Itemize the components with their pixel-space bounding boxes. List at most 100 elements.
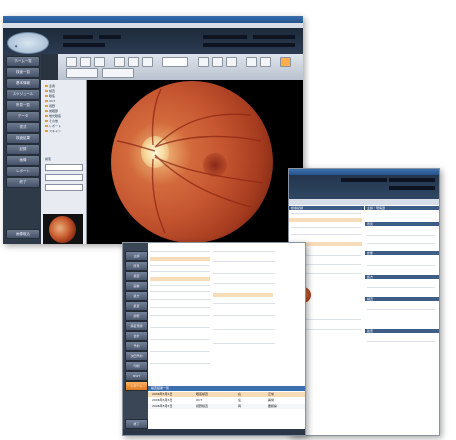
record-nav-button[interactable]: 予約 [125,341,148,351]
nav-button[interactable]: 検査結果 [6,133,40,144]
print-icon[interactable] [94,57,105,67]
table-cell: 両 [238,404,242,408]
record-nav-button[interactable]: 病名登録 [125,321,148,331]
rotate-icon[interactable] [142,57,153,67]
record-back-tabs[interactable] [289,199,439,205]
record-nav-button[interactable]: 検査 [125,271,148,281]
filter-input[interactable] [45,174,83,181]
next-image-button[interactable] [102,68,134,78]
measure-icon[interactable] [226,57,237,67]
highlighted-row[interactable] [150,277,210,281]
record-nav-button[interactable]: 次回予約 [125,351,148,361]
nav-button[interactable]: 検査一覧 [6,67,40,78]
nav-button[interactable]: 書式 [6,122,40,133]
viewer-titlebar [3,16,303,23]
table-cell: 視野検査 [196,404,209,408]
row-divider [150,315,210,316]
zoom-select[interactable] [162,57,188,67]
compare-icon[interactable] [246,57,257,67]
results-table-title: 検査結果一覧 [151,386,170,390]
row-divider [150,285,210,286]
row-divider [150,291,210,292]
nav-button[interactable]: 画像 [6,155,40,166]
record-nav-button[interactable]: 終了 [125,419,148,429]
image-display-area[interactable] [87,80,303,244]
date-input[interactable] [45,184,83,191]
highlighted-row[interactable] [213,293,273,297]
row-divider [150,299,210,300]
search-input[interactable] [45,164,83,171]
record-nav-button[interactable]: 主訴 [125,251,148,261]
row-divider [367,341,435,342]
tree-item[interactable]: レポート [45,124,61,128]
record-date-display [341,178,387,182]
nav-button[interactable]: 終了 [6,177,40,188]
table-cell: 要観察 [268,404,278,408]
section-header: 診断 [365,251,439,255]
highlighted-row[interactable] [289,218,362,222]
thumbnail-fundus [49,216,76,243]
tree-item[interactable]: 検査 [45,89,55,93]
section-header: 所見 [365,222,439,226]
row-divider [150,363,210,364]
table-cell: 右 [238,392,242,396]
tree-item[interactable]: 患者 [45,84,55,88]
tree-item[interactable]: 視野 [45,104,55,108]
tree-item[interactable]: OCT [45,99,55,103]
nav-button[interactable]: データ [6,111,40,122]
brightness-icon[interactable] [212,57,223,67]
nav-button[interactable]: レポート [6,166,40,177]
record-nav-button[interactable]: 診断 [125,311,148,321]
row-divider [150,251,210,252]
tree-item[interactable]: 蛍光眼底 [45,114,61,118]
nav-button[interactable]: ホーム一覧 [6,56,40,67]
row-divider [213,273,275,274]
exam-info-display [63,43,105,47]
patient-id-display [63,35,93,39]
row-divider [291,234,361,235]
record-nav-button[interactable]: 会計 [125,331,148,341]
prev-image-button[interactable] [66,68,98,78]
tree-item[interactable]: スキャン [45,129,61,133]
zoom-in-icon[interactable] [114,57,125,67]
contrast-icon[interactable] [198,57,209,67]
row-divider [213,261,275,262]
record-nav-button[interactable]: 画像 [125,281,148,291]
highlighted-row[interactable] [150,257,210,261]
save-icon[interactable] [80,57,91,67]
alert-icon[interactable] [280,57,291,67]
row-divider [213,251,275,252]
nav-button[interactable]: 記録 [6,144,40,155]
nav-button[interactable]: スケジュール [6,89,40,100]
open-icon[interactable] [66,57,77,67]
results-table-header: 検査結果一覧 [148,386,305,391]
zoom-out-icon[interactable] [128,57,139,67]
record-nav-button[interactable]: レポート [125,381,148,391]
table-row[interactable]: 2006年5月6日 OCT 左 異常 [148,398,305,403]
record-patient-display [389,178,435,182]
table-cell: 2006年5月6日 [152,398,173,402]
table-row[interactable]: 2006年5月6日 眼底検査 右 正常 [148,392,305,397]
row-divider [150,265,210,266]
record-nav-button[interactable]: MWT [125,371,148,381]
nav-button[interactable]: 所見一覧 [6,100,40,111]
tree-item[interactable]: 前眼部 [45,109,58,113]
tree-item[interactable]: その他 [45,119,58,123]
table-cell: 2006年5月6日 [152,392,173,396]
nav-button[interactable]: 基本情報 [6,78,40,89]
viewer-sidebar: ホーム一覧 検査一覧 基本情報 スケジュール 所見一覧 データ 書式 検査結果 … [3,54,41,244]
table-row[interactable]: 2006年5月6日 視野検査 両 要観察 [148,404,305,409]
row-divider [291,227,361,228]
tree-item[interactable]: 眼底 [45,94,55,98]
table-cell: 異常 [268,398,275,402]
image-thumbnail[interactable] [43,214,83,244]
row-divider [150,339,210,340]
import-image-button[interactable]: 画像取込 [6,229,40,239]
record-nav-button[interactable]: 所見 [125,261,148,271]
row-divider [367,235,435,236]
record-nav-button[interactable]: 印刷 [125,361,148,371]
record-nav-button[interactable]: 処方 [125,291,148,301]
annotate-icon[interactable] [260,57,271,67]
record-nav-button[interactable]: 処置 [125,301,148,311]
row-divider [213,343,275,344]
